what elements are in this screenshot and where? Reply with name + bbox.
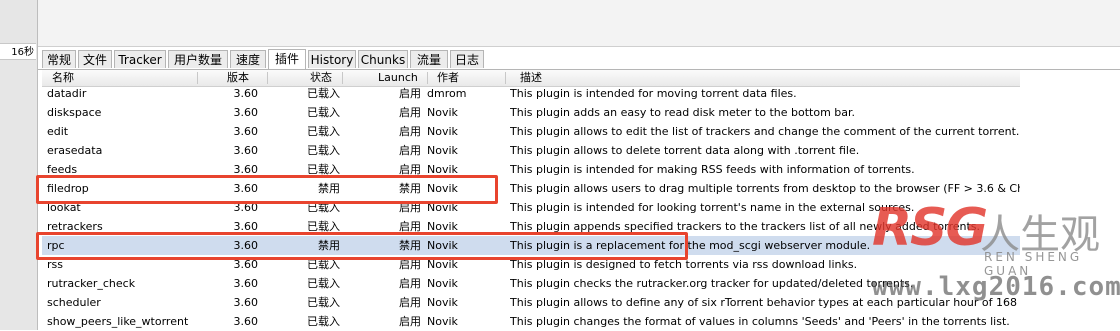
tab-history[interactable]: History bbox=[308, 50, 356, 68]
top-area bbox=[38, 0, 1120, 47]
plugin-name: erasedata bbox=[47, 144, 103, 157]
plugin-version: 3.60 bbox=[233, 277, 259, 290]
plugin-author: Novik bbox=[427, 106, 458, 119]
plugin-status: 已载入 bbox=[307, 144, 340, 157]
tab-speed[interactable]: 速度 bbox=[230, 50, 266, 68]
column-divider[interactable] bbox=[505, 72, 506, 84]
plugin-description: This plugin allows to edit the list of t… bbox=[510, 125, 1020, 138]
left-cell-value: 16秒 bbox=[0, 43, 36, 60]
plugin-description: This plugin allows to delete torrent dat… bbox=[510, 144, 860, 157]
highlight-box-filedrop bbox=[36, 175, 498, 204]
tab-log[interactable]: 日志 bbox=[450, 50, 484, 68]
left-panel: 16秒 bbox=[0, 0, 38, 330]
column-divider[interactable] bbox=[342, 72, 343, 84]
plugin-version: 3.60 bbox=[233, 87, 259, 100]
watermark-logo: RSG 人生观 REN SHENG GUAN www.lxg2016.com bbox=[872, 198, 1120, 330]
plugin-description: This plugin adds an easy to read disk me… bbox=[510, 106, 856, 119]
plugin-name: rutracker_check bbox=[47, 277, 136, 290]
table-row[interactable]: edit 3.60 已载入 启用 Novik This plugin allow… bbox=[42, 122, 1020, 141]
tab-files[interactable]: 文件 bbox=[78, 50, 112, 68]
plugin-status: 已载入 bbox=[307, 87, 340, 100]
highlight-box-rpc bbox=[36, 232, 688, 260]
plugin-author: Novik bbox=[427, 296, 458, 309]
plugin-status: 已载入 bbox=[307, 106, 340, 119]
plugin-launch: 启用 bbox=[399, 277, 421, 290]
plugin-author: Novik bbox=[427, 277, 458, 290]
plugin-name: scheduler bbox=[47, 296, 101, 309]
column-divider[interactable] bbox=[427, 72, 428, 84]
table-row[interactable]: erasedata 3.60 已载入 启用 Novik This plugin … bbox=[42, 141, 1020, 160]
tab-plugins[interactable]: 插件 bbox=[268, 49, 306, 69]
plugin-author: dmrom bbox=[427, 87, 467, 100]
plugin-name: diskspace bbox=[47, 106, 102, 119]
plugin-description: This plugin allows users to drag multipl… bbox=[510, 182, 1020, 195]
plugin-author: Novik bbox=[427, 125, 458, 138]
plugin-launch: 启用 bbox=[399, 87, 421, 100]
watermark-brand: RSG bbox=[872, 198, 988, 258]
plugin-status: 已载入 bbox=[307, 125, 340, 138]
plugin-author: Novik bbox=[427, 144, 458, 157]
plugin-launch: 启用 bbox=[399, 296, 421, 309]
plugin-name: edit bbox=[47, 125, 69, 138]
plugin-version: 3.60 bbox=[233, 144, 259, 157]
plugin-description: This plugin is intended for moving torre… bbox=[510, 87, 797, 100]
column-divider[interactable] bbox=[267, 72, 268, 84]
plugin-status: 已载入 bbox=[307, 296, 340, 309]
plugin-version: 3.60 bbox=[233, 315, 259, 328]
table-row[interactable]: diskspace 3.60 已载入 启用 Novik This plugin … bbox=[42, 103, 1020, 122]
plugin-status: 已载入 bbox=[307, 277, 340, 290]
plugin-launch: 启用 bbox=[399, 144, 421, 157]
watermark-url: www.lxg2016.com bbox=[872, 272, 1120, 302]
tab-tracker[interactable]: Tracker bbox=[114, 50, 166, 68]
plugin-version: 3.60 bbox=[233, 296, 259, 309]
plugin-version: 3.60 bbox=[233, 125, 259, 138]
plugin-version: 3.60 bbox=[233, 106, 259, 119]
plugin-launch: 启用 bbox=[399, 315, 421, 328]
plugin-name: show_peers_like_wtorrent bbox=[47, 315, 189, 328]
tab-general[interactable]: 常规 bbox=[42, 50, 76, 68]
plugin-status: 已载入 bbox=[307, 315, 340, 328]
plugin-launch: 启用 bbox=[399, 106, 421, 119]
table-row[interactable]: datadir 3.60 已载入 启用 dmrom This plugin is… bbox=[42, 84, 1020, 103]
tab-chunks[interactable]: Chunks bbox=[358, 50, 408, 68]
plugin-launch: 启用 bbox=[399, 125, 421, 138]
tab-traffic[interactable]: 流量 bbox=[410, 50, 448, 68]
plugin-name: datadir bbox=[47, 87, 87, 100]
plugin-author: Novik bbox=[427, 315, 458, 328]
plugin-description: This plugin is intended for making RSS f… bbox=[510, 163, 915, 176]
tab-peers[interactable]: 用户数量 bbox=[168, 50, 228, 68]
column-divider[interactable] bbox=[197, 72, 198, 84]
